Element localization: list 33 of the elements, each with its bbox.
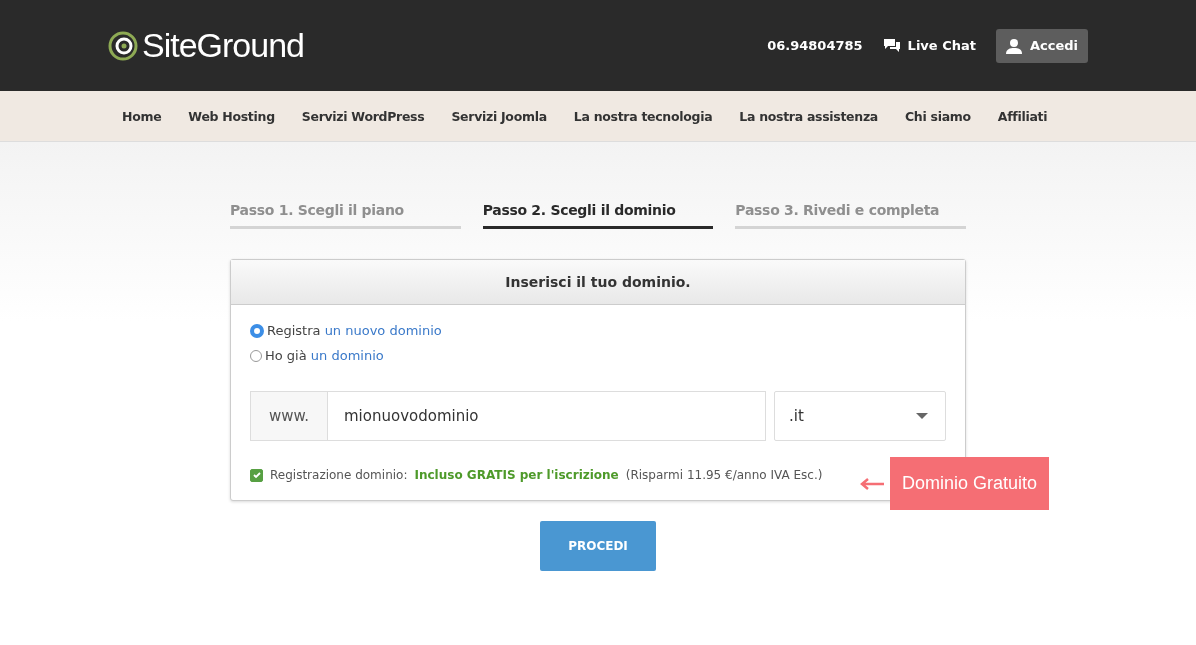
phone-number: 06.94804785	[767, 38, 863, 53]
radio-button[interactable]	[250, 349, 262, 362]
option-label[interactable]: Ho già un dominio	[265, 348, 384, 363]
caret-icon	[916, 413, 928, 419]
domain-input-field[interactable]: mionuovodominio	[327, 391, 766, 441]
checkbox[interactable]	[250, 468, 263, 482]
nav-link[interactable]: La nostra assistenza	[739, 108, 878, 124]
arrow-left-icon	[860, 477, 884, 490]
swirl-logo-icon	[108, 30, 138, 61]
nav-link[interactable]: Servizi WordPress	[301, 108, 425, 124]
nav-link[interactable]: Chi siamo	[905, 108, 971, 124]
card-title: Inserisci il tuo dominio.	[505, 274, 691, 290]
chat-icon	[882, 37, 901, 54]
www-prefix: www.	[250, 391, 327, 441]
nav-link[interactable]: Home	[122, 108, 162, 124]
step-tab[interactable]: Passo 2. Scegli il dominio	[482, 202, 714, 229]
nav-link[interactable]: La nostra tecnologia	[573, 108, 713, 124]
option-link[interactable]: un dominio	[310, 348, 384, 363]
logo-text[interactable]: SiteGround	[142, 26, 304, 65]
free-included-text: Incluso GRATIS per l'iscrizione	[414, 468, 619, 482]
tld-dropdown[interactable]: .it	[774, 391, 946, 441]
option-label[interactable]: Registra un nuovo dominio	[267, 323, 442, 338]
option-link[interactable]: un nuovo dominio	[324, 323, 442, 338]
registration-label: Registrazione dominio:	[270, 468, 408, 482]
radio-button[interactable]	[250, 323, 264, 338]
user-icon	[1005, 37, 1022, 54]
nav-link[interactable]: Web Hosting	[188, 108, 275, 124]
savings-note: (Risparmi 11.95 €/anno IVA Esc.)	[625, 468, 823, 482]
live-chat-link[interactable]: Live Chat	[882, 37, 976, 54]
nav-link[interactable]: Servizi Joomla	[451, 108, 547, 124]
nav-link[interactable]: Affiliati	[997, 108, 1048, 124]
callout-label: Dominio Gratuito	[890, 457, 1050, 510]
login-button[interactable]: Accedi	[995, 28, 1088, 63]
